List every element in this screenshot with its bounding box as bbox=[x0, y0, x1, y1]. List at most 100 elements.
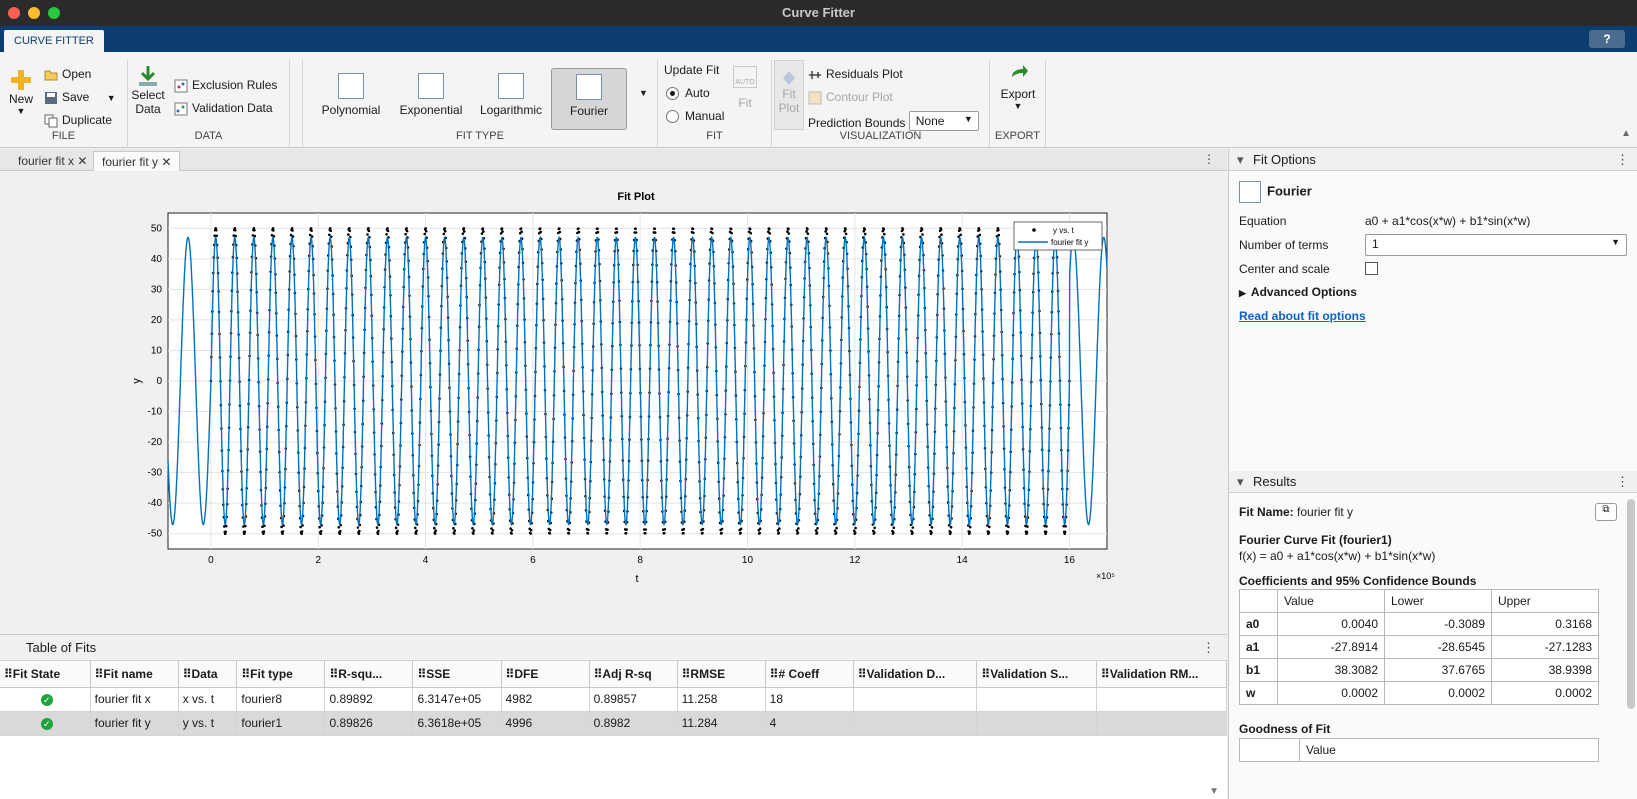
column-header[interactable]: ⠿# Coeff bbox=[765, 661, 854, 688]
data-point bbox=[367, 227, 370, 230]
column-header[interactable]: ⠿SSE bbox=[412, 661, 502, 688]
number-of-terms-select[interactable]: 1 ▼ bbox=[1365, 234, 1627, 256]
column-header[interactable]: ⠿Adj R-sq bbox=[589, 661, 678, 688]
tab-menu-icon[interactable]: ⋮ bbox=[1203, 152, 1215, 166]
fit-options-header[interactable]: Fit Options ⋮ bbox=[1229, 149, 1637, 171]
fit-type-polynomial[interactable]: Polynomial bbox=[313, 68, 389, 130]
data-point bbox=[463, 230, 466, 233]
table-cell bbox=[853, 687, 978, 712]
chevron-down-icon[interactable]: ▼ bbox=[107, 93, 116, 103]
fit-type-logarithmic[interactable]: Logarithmic bbox=[473, 68, 549, 130]
column-header[interactable]: ⠿Fit type bbox=[236, 661, 326, 688]
fit-section-label: FIT bbox=[706, 130, 723, 142]
file-section-label: FILE bbox=[51, 130, 76, 142]
coef-row: b1 38.3082 37.6765 38.9398 bbox=[1239, 658, 1599, 682]
close-icon[interactable]: ✕ bbox=[161, 155, 171, 169]
select-data-label-2: Data bbox=[135, 102, 161, 116]
minimize-window-button[interactable] bbox=[28, 7, 40, 19]
data-point bbox=[328, 227, 332, 230]
tab-fourier-fit-x[interactable]: fourier fit x ✕ bbox=[10, 151, 95, 171]
logarithmic-icon bbox=[498, 73, 524, 99]
fit-type-gallery-expand[interactable]: ▼ bbox=[639, 88, 648, 98]
fit-plot-button[interactable]: Fit Plot bbox=[774, 60, 804, 130]
column-header[interactable]: ⠿Data bbox=[178, 661, 238, 688]
results-scrollbar[interactable] bbox=[1627, 499, 1635, 709]
data-point bbox=[643, 531, 647, 535]
data-point bbox=[587, 528, 590, 532]
help-button[interactable]: ? bbox=[1589, 30, 1625, 48]
table-row[interactable]: ✓ fourier fit xx vs. t fourier8 0.89892 6.31… bbox=[0, 687, 1228, 712]
prediction-bounds-select[interactable]: None ▼ bbox=[908, 111, 979, 131]
manual-radio[interactable]: Manual bbox=[666, 109, 724, 124]
visualization-section-label: VISUALIZATION bbox=[839, 130, 922, 142]
tab-fourier-fit-y[interactable]: fourier fit y ✕ bbox=[93, 151, 181, 171]
auto-radio[interactable]: Auto bbox=[666, 86, 710, 101]
copy-results-button[interactable]: ⧉ bbox=[1595, 503, 1617, 521]
table-cell: 11.258 bbox=[677, 687, 766, 712]
plot-legend[interactable]: y vs. t fourier fit y bbox=[1013, 221, 1103, 251]
data-point bbox=[863, 232, 867, 236]
fit-type-fourier[interactable]: Fourier bbox=[551, 68, 627, 130]
data-point bbox=[892, 526, 896, 529]
data-point bbox=[844, 228, 847, 231]
collapse-toolstrip-icon[interactable]: ▲ bbox=[1621, 128, 1631, 139]
chevron-down-icon: ▼ bbox=[1013, 101, 1023, 111]
column-header[interactable]: ⠿RMSE bbox=[677, 661, 766, 688]
data-point bbox=[605, 532, 609, 535]
export-button[interactable]: Export ▼ bbox=[996, 63, 1040, 111]
data-point bbox=[758, 527, 762, 530]
data-point bbox=[711, 231, 714, 235]
save-button[interactable]: Save ▼ bbox=[44, 90, 116, 105]
disk-icon bbox=[45, 91, 57, 104]
kebab-menu-icon[interactable]: ⋮ bbox=[1202, 635, 1215, 661]
fit-type-exponential[interactable]: Exponential bbox=[393, 68, 469, 130]
data-point bbox=[376, 532, 380, 535]
column-header[interactable]: ⠿DFE bbox=[501, 661, 590, 688]
column-header[interactable]: ⠿R-squ... bbox=[324, 661, 414, 688]
maximize-window-button[interactable] bbox=[48, 7, 60, 19]
data-point bbox=[892, 531, 895, 534]
tab-curve-fitter[interactable]: CURVE FITTER bbox=[4, 30, 104, 52]
exclusion-rules-button[interactable]: Exclusion Rules bbox=[174, 78, 277, 93]
goodness-of-fit-table: Value bbox=[1239, 738, 1599, 762]
select-data-button[interactable]: Select Data bbox=[130, 64, 166, 116]
results-header[interactable]: Results ⋮ bbox=[1229, 471, 1637, 493]
table-cell: 0.89892 bbox=[324, 687, 414, 712]
duplicate-button[interactable]: Duplicate bbox=[44, 113, 112, 128]
column-header[interactable]: ⠿Validation D... bbox=[853, 661, 978, 688]
center-and-scale-checkbox[interactable] bbox=[1365, 262, 1378, 275]
data-point bbox=[520, 230, 523, 234]
close-icon[interactable]: ✕ bbox=[77, 154, 87, 168]
validation-data-button[interactable]: Validation Data bbox=[174, 101, 273, 116]
column-header[interactable]: ⠿Fit State bbox=[0, 661, 91, 688]
results-title: Results bbox=[1253, 474, 1297, 489]
new-button[interactable]: New ▼ bbox=[8, 68, 34, 116]
legend-marker-dot bbox=[1032, 228, 1036, 232]
exponential-icon bbox=[418, 73, 444, 99]
coef-row: a0 0.0040 -0.3089 0.3168 bbox=[1239, 612, 1599, 636]
data-point bbox=[959, 233, 962, 237]
coef-column-header: Value bbox=[1277, 589, 1385, 613]
contour-plot-button[interactable]: Contour Plot bbox=[808, 90, 893, 105]
column-header[interactable]: ⠿Validation RM... bbox=[1096, 661, 1228, 688]
open-button[interactable]: Open bbox=[44, 67, 91, 82]
coef-name: w bbox=[1239, 681, 1278, 705]
kebab-menu-icon[interactable]: ⋮ bbox=[1616, 471, 1629, 493]
column-header[interactable]: ⠿Validation S... bbox=[976, 661, 1097, 688]
advanced-options-toggle[interactable]: ▶ Advanced Options bbox=[1239, 285, 1357, 299]
coef-column-header: Upper bbox=[1491, 589, 1599, 613]
read-about-fit-options-link[interactable]: Read about fit options bbox=[1239, 309, 1366, 323]
fit-button[interactable]: AUTO Fit bbox=[732, 66, 758, 110]
filter-icon[interactable]: ▼ bbox=[1209, 786, 1219, 797]
table-row[interactable]: ✓ fourier fit yy vs. t fourier1 0.89826 6.36… bbox=[0, 711, 1228, 736]
kebab-menu-icon[interactable]: ⋮ bbox=[1616, 149, 1629, 171]
fit-plot-chart[interactable]: Fit Plot 0 2 4 6 8 10 12 14 16 50 40 30 20 10 0 -10 -20 -… bbox=[0, 171, 1227, 633]
auto-label: Auto bbox=[685, 86, 710, 100]
column-header[interactable]: ⠿Fit name bbox=[90, 661, 179, 688]
fit-section: Update Fit Auto Manual AUTO Fit FIT bbox=[658, 60, 772, 148]
data-point bbox=[787, 232, 791, 235]
residuals-plot-button[interactable]: Residuals Plot bbox=[808, 67, 903, 82]
close-window-button[interactable] bbox=[8, 7, 20, 19]
y-tick-label: 0 bbox=[156, 376, 162, 387]
fourier-icon bbox=[576, 74, 602, 100]
